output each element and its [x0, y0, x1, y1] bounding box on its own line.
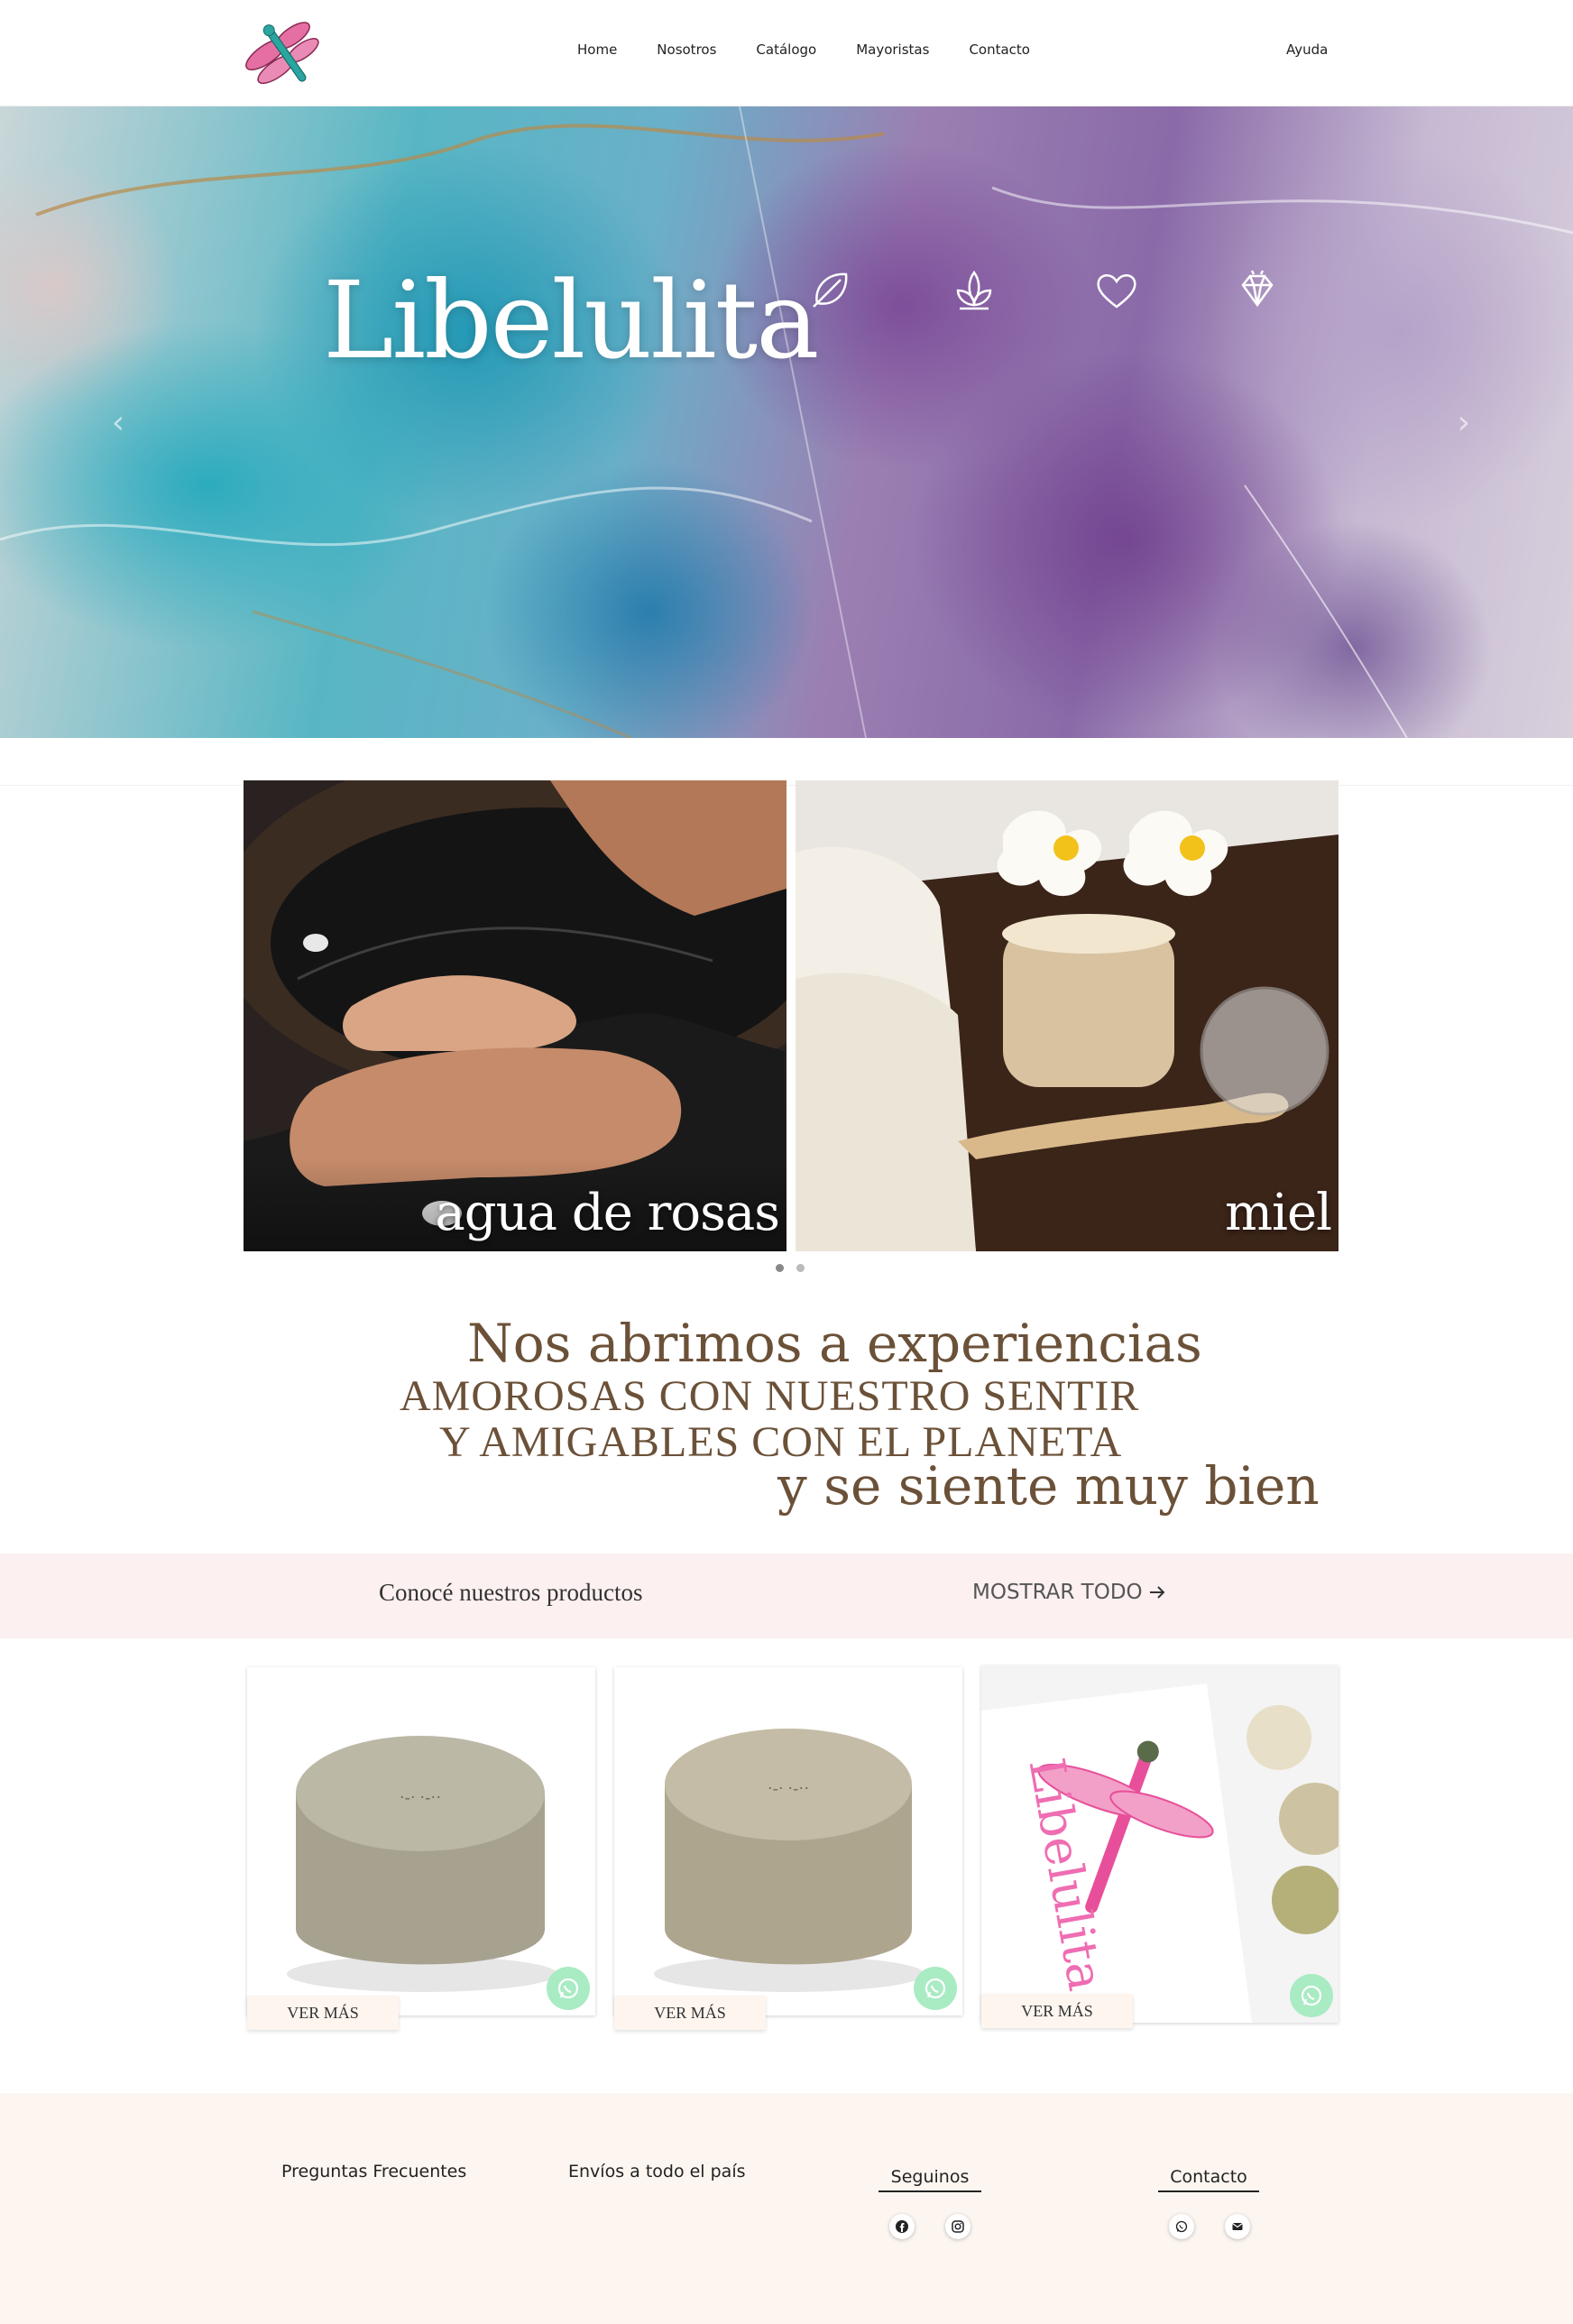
feature-card-agua-de-rosas[interactable]: agua de rosas	[244, 780, 786, 1251]
show-all-link[interactable]: MOSTRAR TODO	[972, 1581, 1168, 1604]
ver-mas-button[interactable]: VER MÁS	[247, 1996, 399, 2030]
carousel-dot-2[interactable]	[796, 1264, 805, 1272]
whatsapp-icon[interactable]	[547, 1967, 590, 2010]
show-all-label: MOSTRAR TODO	[972, 1581, 1143, 1604]
carousel-dots	[776, 1264, 805, 1272]
tagline-line-1: Nos abrimos a experiencias	[467, 1313, 1202, 1374]
products-bar: Conocé nuestros productos MOSTRAR TODO	[0, 1554, 1573, 1638]
diamond-icon	[1232, 265, 1283, 316]
whatsapp-icon[interactable]	[914, 1967, 957, 2010]
gift-bag-image: Libelulita	[981, 1665, 1338, 2023]
feature-card-miel[interactable]: miel	[796, 780, 1338, 1251]
sprout-icon	[949, 265, 999, 316]
tagline-line-4: y se siente muy bien	[777, 1455, 1320, 1517]
instagram-icon[interactable]	[945, 2214, 970, 2239]
footer-follow-heading: Seguinos	[878, 2167, 981, 2192]
dragonfly-logo[interactable]	[242, 16, 328, 90]
products-title: Conocé nuestros productos	[379, 1579, 643, 1606]
product-card[interactable]: ·-· ·-·· VER MÁS	[247, 1667, 595, 2030]
feature-label: agua de rosas	[435, 1184, 780, 1242]
product-card[interactable]: ·-· ·-·· VER MÁS	[614, 1667, 962, 2030]
footer-faq-link[interactable]: Preguntas Frecuentes	[281, 2162, 466, 2181]
heart-icon	[1091, 265, 1142, 316]
footer: Preguntas Frecuentes Envíos a todo el pa…	[0, 2093, 1573, 2324]
facebook-icon[interactable]	[889, 2214, 915, 2239]
nav-mayoristas[interactable]: Mayoristas	[856, 42, 929, 58]
tagline-line-2: AMOROSAS CON NUESTRO SENTIR	[400, 1372, 1140, 1420]
email-icon[interactable]	[1225, 2214, 1250, 2239]
whatsapp-icon[interactable]	[1290, 1974, 1333, 2017]
soap-bar-image: ·-· ·-··	[614, 1667, 962, 2015]
ver-mas-button[interactable]: VER MÁS	[981, 1994, 1133, 2028]
svg-text:·-· ·-··: ·-· ·-··	[768, 1779, 809, 1797]
nav-ayuda[interactable]: Ayuda	[1286, 42, 1328, 58]
whatsapp-icon[interactable]	[1169, 2214, 1194, 2239]
nav-nosotros[interactable]: Nosotros	[657, 42, 716, 58]
footer-contact-heading: Contacto	[1158, 2167, 1259, 2192]
hero-prev-arrow[interactable]: ‹	[105, 404, 132, 441]
feature-label: miel	[1224, 1184, 1332, 1242]
ver-mas-button[interactable]: VER MÁS	[614, 1996, 766, 2030]
product-card[interactable]: Libelulita VER MÁS	[981, 1665, 1338, 2028]
marble-texture	[0, 106, 1573, 738]
hero-banner: Libelulita ‹ ›	[0, 106, 1573, 738]
soap-bar-image: ·-· ·-··	[247, 1667, 595, 2015]
arrow-right-icon	[1149, 1586, 1165, 1599]
navbar: Home Nosotros Catálogo Mayoristas Contac…	[0, 0, 1573, 106]
main-nav: Home Nosotros Catálogo Mayoristas Contac…	[577, 42, 1070, 58]
nav-catalogo[interactable]: Catálogo	[756, 42, 816, 58]
carousel-dot-1[interactable]	[776, 1264, 784, 1272]
hero-next-arrow[interactable]: ›	[1450, 404, 1477, 441]
svg-text:·-· ·-··: ·-· ·-··	[400, 1788, 441, 1806]
footer-shipping-link[interactable]: Envíos a todo el país	[568, 2162, 746, 2181]
feather-icon	[805, 265, 855, 316]
nav-contacto[interactable]: Contacto	[969, 42, 1030, 58]
nav-home[interactable]: Home	[577, 42, 617, 58]
hero-title: Libelulita	[323, 258, 819, 383]
foot-bath-image	[244, 780, 786, 1251]
honey-jar-image	[796, 780, 1338, 1251]
